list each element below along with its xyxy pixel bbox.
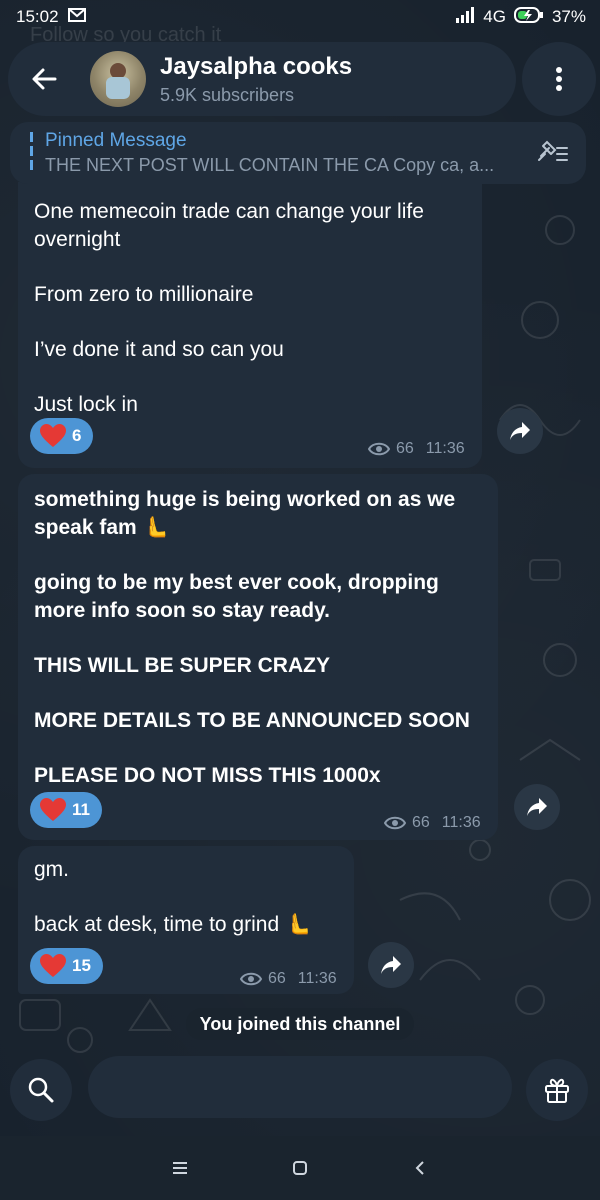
service-message-joined: You joined this channel	[186, 1008, 414, 1040]
message-line	[34, 680, 482, 707]
message-line: THIS WILL BE SUPER CRAZY	[34, 654, 330, 677]
message-text-1: One memecoin trade can change your life …	[34, 198, 466, 419]
channel-name: Jaysalpha cooks	[160, 52, 353, 80]
message-line	[34, 542, 482, 569]
eye-icon	[384, 816, 406, 830]
pinned-texts: Pinned Message THE NEXT POST WILL CONTAI…	[45, 130, 532, 176]
message-line: gm.	[34, 858, 70, 881]
heart-icon	[40, 954, 66, 977]
kebab-menu-icon	[556, 67, 562, 91]
message-time: 11:36	[297, 970, 337, 987]
share-button-2[interactable]	[514, 784, 560, 830]
message-line: overnight	[34, 228, 121, 251]
recent-apps-button[interactable]	[160, 1148, 200, 1188]
message-line	[34, 254, 466, 281]
search-icon	[28, 1077, 54, 1103]
system-back-button[interactable]	[400, 1148, 440, 1188]
home-square-icon	[293, 1161, 307, 1175]
pinned-title: Pinned Message	[45, 130, 187, 151]
reaction-chip-2[interactable]: 11	[30, 792, 102, 828]
status-time: 15:02	[16, 7, 59, 26]
chevron-left-icon	[415, 1161, 424, 1175]
pinned-list-button[interactable]	[532, 133, 572, 173]
back-button[interactable]	[14, 49, 74, 109]
message-line	[34, 884, 338, 911]
reaction-count: 6	[72, 426, 82, 445]
message-text-2: something huge is being worked on as we …	[34, 486, 482, 790]
message-meta-3: 66 11:36	[240, 970, 337, 988]
heart-icon	[40, 424, 66, 447]
message-line: speak fam 🫷	[34, 516, 169, 539]
message-line: I’ve done it and so can you	[34, 338, 284, 361]
message-line: something huge is being worked on as we	[34, 488, 456, 511]
view-count: 66	[268, 970, 286, 987]
message-line: Just lock in	[34, 393, 138, 416]
message-line: MORE DETAILS TO BE ANNOUNCED SOON	[34, 709, 470, 732]
reaction-chip-3[interactable]: 15	[30, 948, 103, 984]
message-line	[34, 625, 482, 652]
gift-icon	[545, 1078, 569, 1103]
message-line	[34, 364, 466, 391]
reaction-count: 11	[72, 800, 90, 819]
view-count: 66	[412, 814, 430, 831]
eye-icon	[368, 442, 390, 456]
message-input[interactable]	[88, 1056, 512, 1118]
status-left: 15:02	[16, 7, 87, 28]
channel-header[interactable]: Jaysalpha cooks 5.9K subscribers	[8, 42, 516, 116]
channel-avatar[interactable]	[90, 51, 146, 107]
battery-charging-icon	[513, 6, 544, 29]
message-line: One memecoin trade can change your life	[34, 200, 424, 223]
pinned-preview: THE NEXT POST WILL CONTAIN THE CA Copy c…	[45, 155, 495, 175]
share-button-3[interactable]	[368, 942, 414, 988]
message-time: 11:36	[425, 440, 465, 457]
menu-lines-icon	[173, 1162, 187, 1174]
more-options-button[interactable]	[522, 42, 596, 116]
eye-icon	[240, 972, 262, 986]
message-bubble-2[interactable]: something huge is being worked on as we …	[18, 474, 498, 840]
reaction-chip-1[interactable]: 6	[30, 418, 94, 454]
message-bubble-3[interactable]: gm. back at desk, time to grind 🫷 15 66 …	[18, 846, 354, 994]
search-button[interactable]	[10, 1059, 72, 1121]
message-line	[34, 309, 466, 336]
share-arrow-icon	[510, 422, 530, 440]
message-bubble-1[interactable]: One memecoin trade can change your life …	[18, 182, 482, 468]
gmail-icon	[67, 7, 87, 28]
network-label: 4G	[483, 7, 506, 26]
signal-icon	[455, 6, 475, 28]
view-count: 66	[396, 440, 414, 457]
status-right: 4G 37%	[455, 6, 586, 29]
message-time: 11:36	[441, 814, 481, 831]
message-line: back at desk, time to grind 🫷	[34, 913, 312, 936]
pinned-indicator	[30, 132, 33, 174]
heart-icon	[40, 798, 66, 821]
status-bar: 15:02 4G 37%	[0, 0, 600, 34]
subscriber-count: 5.9K subscribers	[160, 84, 295, 105]
share-arrow-icon	[381, 956, 401, 974]
message-line	[34, 735, 482, 762]
bottom-input-area	[0, 1056, 600, 1122]
pinned-message-bar[interactable]: Pinned Message THE NEXT POST WILL CONTAI…	[10, 122, 586, 184]
gift-button[interactable]	[526, 1059, 588, 1121]
pin-list-icon	[538, 140, 568, 161]
avatar-figure-body	[106, 77, 130, 99]
message-meta-2: 66 11:36	[384, 814, 481, 832]
share-arrow-icon	[527, 798, 547, 816]
home-button[interactable]	[280, 1148, 320, 1188]
share-button-1[interactable]	[497, 408, 543, 454]
message-line: PLEASE DO NOT MISS THIS 1000x	[34, 764, 381, 787]
system-navigation-bar	[0, 1136, 600, 1200]
channel-info[interactable]: Jaysalpha cooks 5.9K subscribers	[160, 53, 352, 106]
message-line: more info soon so stay ready.	[34, 599, 331, 622]
reaction-count: 15	[72, 956, 91, 975]
message-text-3: gm. back at desk, time to grind 🫷	[34, 856, 338, 939]
battery-level: 37%	[551, 7, 586, 26]
message-meta-1: 66 11:36	[368, 440, 465, 458]
arrow-left-icon	[32, 68, 57, 90]
message-line: From zero to millionaire	[34, 283, 254, 306]
message-line: going to be my best ever cook, dropping	[34, 571, 439, 594]
